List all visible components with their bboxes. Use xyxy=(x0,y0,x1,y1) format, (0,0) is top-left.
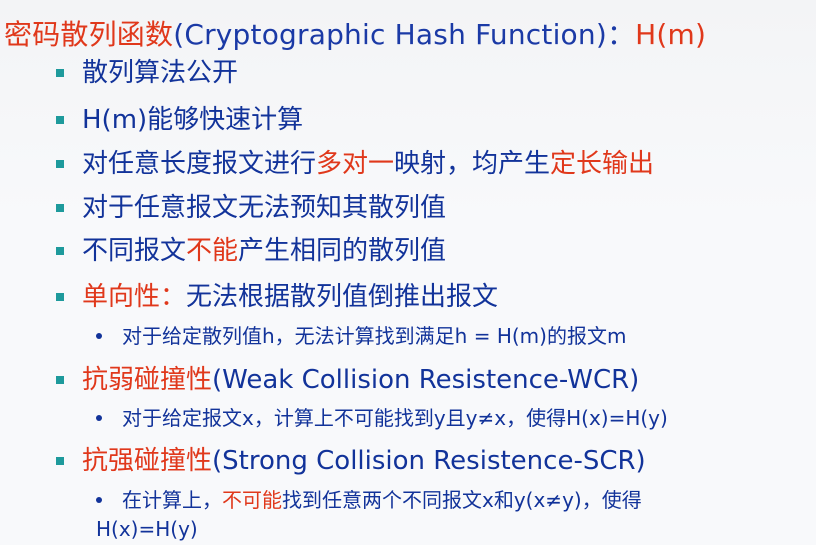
bullet-highlight: 不能 xyxy=(186,236,239,266)
sub-bullet-dot-icon xyxy=(96,415,102,421)
title-colon: ： xyxy=(606,18,636,51)
sub-bullet-highlight: 不可能 xyxy=(222,488,282,512)
sub-bullet-text-part: 找到任意两个不同报文x和y(x≠y)，使得 xyxy=(282,488,642,512)
bullet-square-icon xyxy=(56,204,64,212)
sub-bullet-text: 对于给定散列值h，无法计算找到满足h = H(m)的报文m xyxy=(122,324,627,348)
bullet-text-part: (Weak Collision Resistence-WCR) xyxy=(212,365,640,395)
slide: 密码散列函数(Cryptographic Hash Function)：H(m)… xyxy=(0,0,816,545)
bullet-text: 散列算法公开 xyxy=(82,58,239,88)
bullet-square-icon xyxy=(56,160,64,168)
bullet-text: 不同报文不能产生相同的散列值 xyxy=(82,234,446,268)
bullet-highlight: 多对一 xyxy=(316,149,395,179)
bullet-text: 单向性：无法根据散列值倒推出报文 xyxy=(82,280,498,314)
slide-title: 密码散列函数(Cryptographic Hash Function)：H(m) xyxy=(4,13,706,53)
bullet-square-icon xyxy=(56,247,64,255)
bullet-square-icon xyxy=(56,293,64,301)
bullet-highlight: 单向性： xyxy=(82,282,187,312)
sub-bullet-text-part: 在计算上， xyxy=(122,488,222,512)
title-english: (Cryptographic Hash Function) xyxy=(173,18,607,51)
sub-bullet-dot-icon xyxy=(96,497,102,503)
bullet-text-part: 无法根据散列值倒推出报文 xyxy=(186,282,499,312)
bullet-text: 抗强碰撞性(Strong Collision Resistence-SCR) xyxy=(82,444,646,478)
sub-bullet-dot-icon xyxy=(96,333,102,339)
bullet-highlight: 定长输出 xyxy=(550,149,655,179)
bullet-text-part: 产生相同的散列值 xyxy=(238,236,447,266)
bullet-highlight: 抗强碰撞性 xyxy=(82,446,213,476)
bullet-text: H(m)能够快速计算 xyxy=(82,105,304,135)
bullet-square-icon xyxy=(56,69,64,77)
bullet-text-part: 不同报文 xyxy=(82,236,187,266)
sub-bullet-continuation: H(x)=H(y) xyxy=(96,517,198,541)
sub-bullet-text: 对于给定报文x，计算上不可能找到y且y≠x，使得H(x)=H(y) xyxy=(122,406,668,430)
bullet-text: 对任意长度报文进行多对一映射，均产生定长输出 xyxy=(82,147,654,181)
sub-bullet-text: 在计算上，不可能找到任意两个不同报文x和y(x≠y)，使得 xyxy=(122,487,642,513)
bullet-text: 抗弱碰撞性(Weak Collision Resistence-WCR) xyxy=(82,363,639,397)
title-chinese: 密码散列函数 xyxy=(4,18,174,51)
bullet-text-part: 对任意长度报文进行 xyxy=(82,149,317,179)
bullet-square-icon xyxy=(56,376,64,384)
bullet-text: 对于任意报文无法预知其散列值 xyxy=(82,193,447,223)
bullet-text-part: (Strong Collision Resistence-SCR) xyxy=(212,446,646,476)
bullet-square-icon xyxy=(56,116,64,124)
bullet-highlight: 抗弱碰撞性 xyxy=(82,365,213,395)
bullet-square-icon xyxy=(56,457,64,465)
title-formula: H(m) xyxy=(635,18,707,51)
bullet-text-part: 映射，均产生 xyxy=(394,149,551,179)
